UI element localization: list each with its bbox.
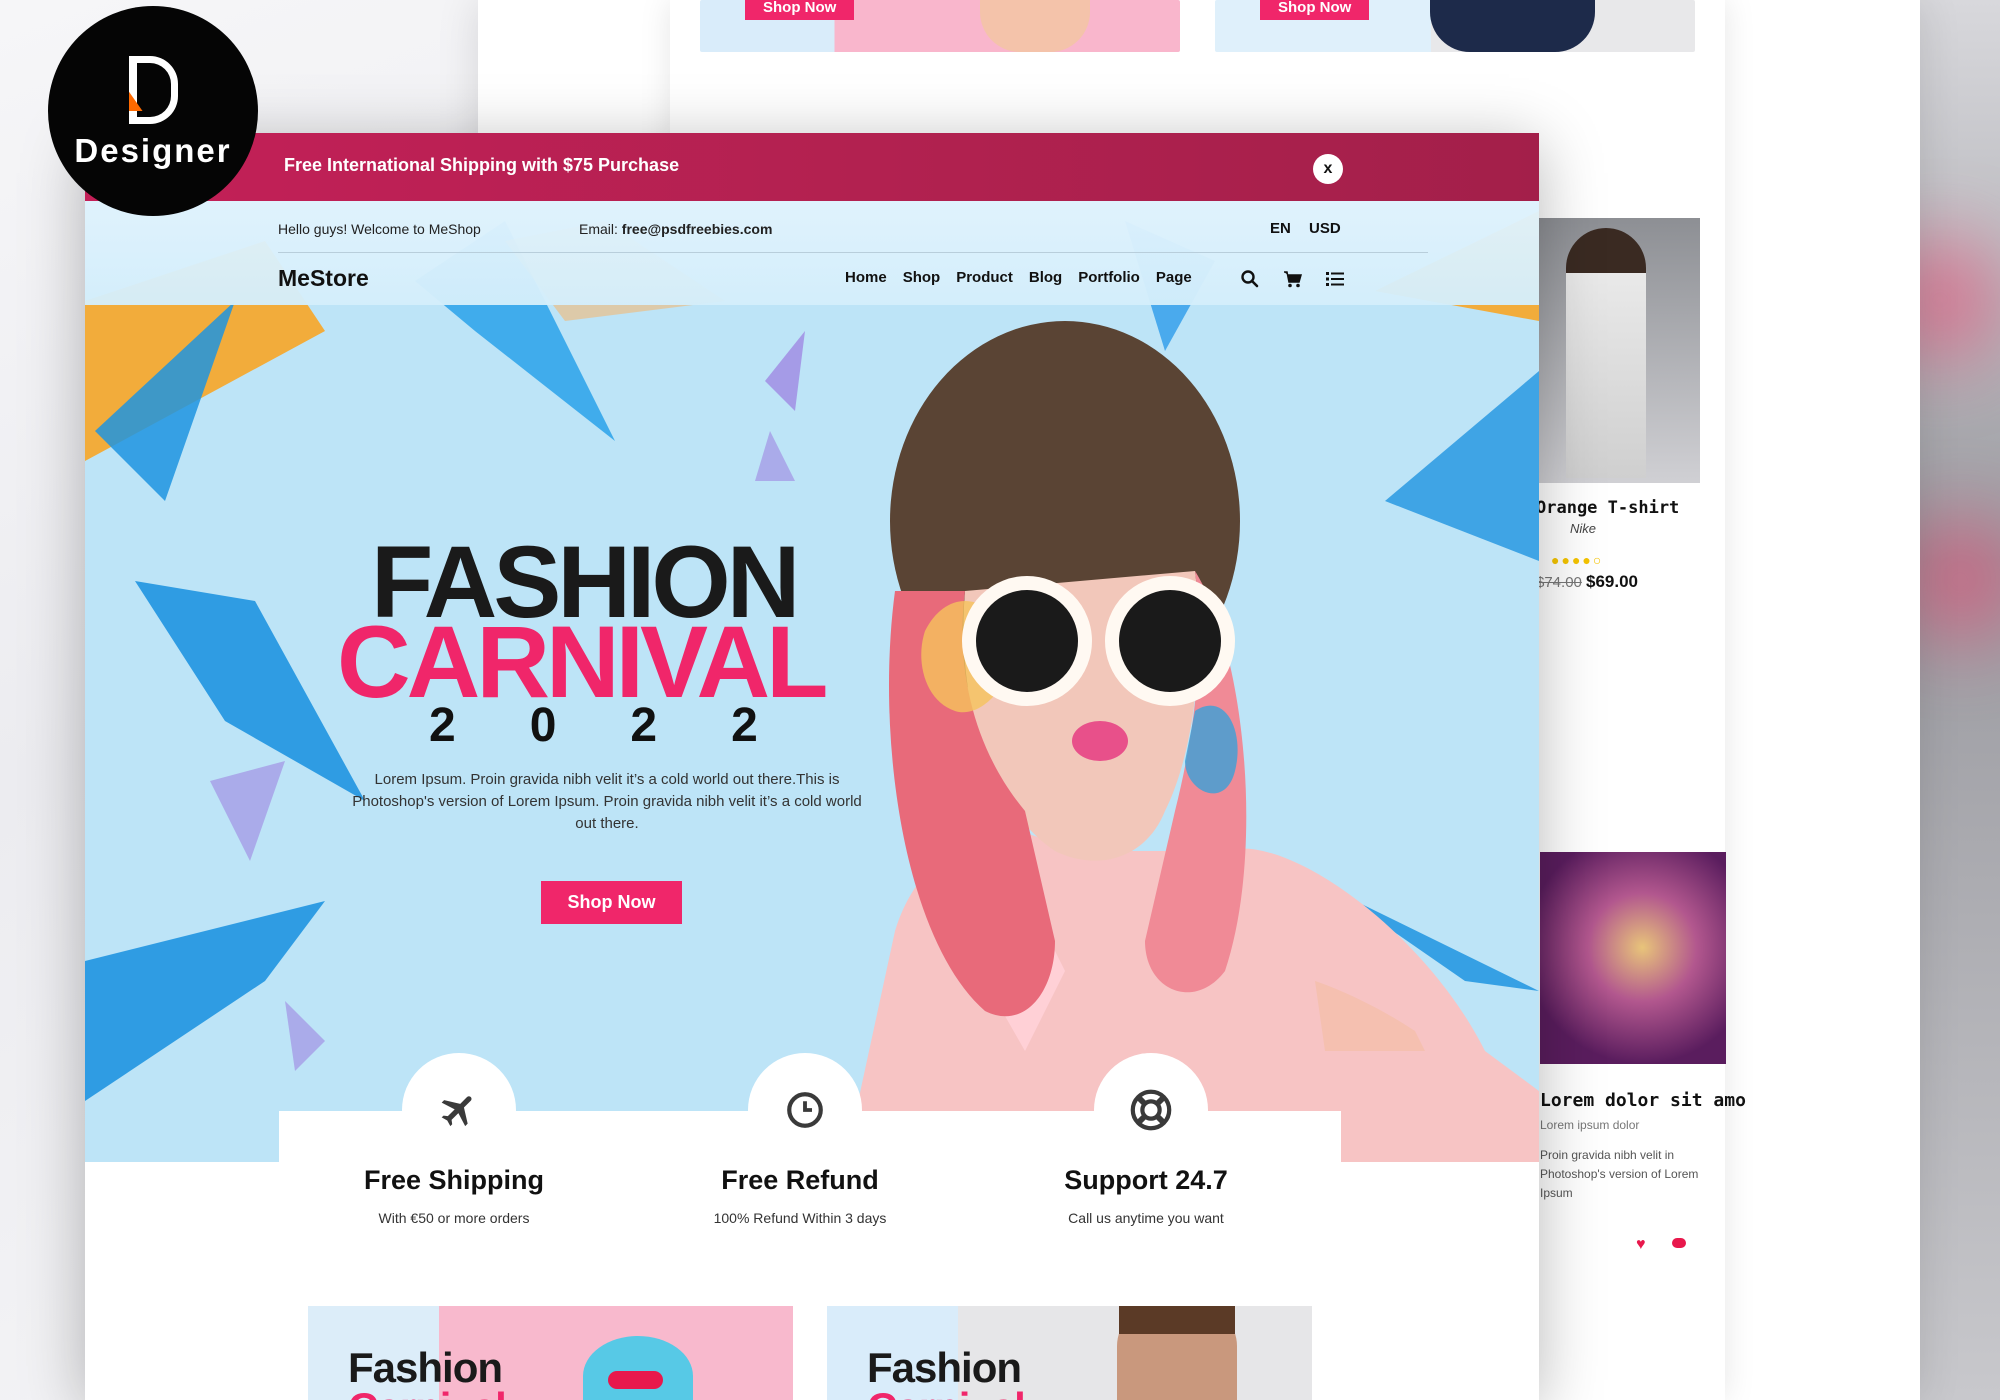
main-nav: Home Shop Product Blog Portfolio Page <box>845 269 1192 286</box>
main-page: Free International Shipping with $75 Pur… <box>85 133 1539 1400</box>
blog-image[interactable] <box>1540 852 1726 1064</box>
star-empty-icon: ○ <box>1592 552 1604 568</box>
promo-card-figure <box>583 1336 693 1400</box>
feature-icon-circle <box>1094 1053 1208 1167</box>
star-icon: ● <box>1561 552 1572 568</box>
mini-promo-banner: Shop Now <box>1215 0 1695 52</box>
hero-year: 2022 <box>429 699 832 752</box>
language-selector[interactable]: EN <box>1270 220 1291 237</box>
feature-subtitle: With €50 or more orders <box>378 1210 530 1226</box>
product-price: $69.00 <box>1586 572 1638 591</box>
nav-product[interactable]: Product <box>956 269 1013 286</box>
product-title[interactable]: Orange T-shirt <box>1536 498 1679 518</box>
clock-icon <box>787 1092 823 1128</box>
promo-bar: Free International Shipping with $75 Pur… <box>85 133 1539 201</box>
background-right <box>1920 0 2000 1400</box>
hero-model-image <box>845 321 1539 1162</box>
product-old-price: $74.00 <box>1536 574 1582 591</box>
blog-meta: Lorem ipsum dolor <box>1540 1118 1640 1132</box>
nav-page[interactable]: Page <box>1156 269 1192 286</box>
features-section: Free Shipping With €50 or more orders Fr… <box>279 1053 1341 1311</box>
product-image[interactable] <box>1536 218 1700 483</box>
mini-shop-button[interactable]: Shop Now <box>1260 0 1370 20</box>
decorative-shard <box>85 901 325 1101</box>
email-info: Email: free@psdfreebies.com <box>579 221 772 237</box>
blog-title[interactable]: Lorem dolor sit amo <box>1540 1090 1746 1111</box>
hero-banner: Hello guys! Welcome to MeShop Email: fre… <box>85 201 1539 1162</box>
feature-icon-circle <box>748 1053 862 1167</box>
blog-excerpt: Proin gravida nibh velit in Photoshop's … <box>1540 1148 1699 1200</box>
email-link[interactable]: free@psdfreebies.com <box>622 221 773 237</box>
feature-subtitle: Call us anytime you want <box>1068 1210 1224 1226</box>
close-button[interactable]: x <box>1313 154 1343 184</box>
promo-card[interactable]: Fashion Carnival <box>308 1306 793 1400</box>
nav-portfolio[interactable]: Portfolio <box>1078 269 1140 286</box>
feature-subtitle: 100% Refund Within 3 days <box>713 1210 887 1226</box>
product-rating: ●●●●○ <box>1551 552 1603 568</box>
promo-card-subtitle: Carnival <box>867 1384 1026 1400</box>
feature-title: Support 24.7 <box>1064 1165 1228 1195</box>
menu-list-icon[interactable] <box>1325 269 1345 289</box>
mini-shop-button[interactable]: Shop Now <box>745 0 855 20</box>
feature-title: Free Shipping <box>363 1165 544 1195</box>
airplane-icon <box>441 1096 472 1127</box>
promo-card-subtitle: Carnival <box>348 1384 507 1400</box>
hero-description: Lorem Ipsum. Proin gravida nibh velit it… <box>352 771 862 832</box>
promo-card-figure <box>1119 1306 1235 1334</box>
decorative-shard <box>135 581 365 801</box>
product-model <box>1566 228 1646 478</box>
star-icon: ● <box>1582 552 1593 568</box>
promo-text: Free International Shipping with $75 Pur… <box>284 155 680 175</box>
hero-title-line2: CARNIVAL <box>337 605 828 719</box>
cart-icon[interactable] <box>1283 269 1303 289</box>
currency-selector[interactable]: USD <box>1309 220 1341 237</box>
promo-card[interactable]: Fashion Carnival <box>827 1306 1312 1400</box>
email-label: Email: <box>579 221 622 237</box>
star-icon: ● <box>1571 552 1583 568</box>
search-icon[interactable] <box>1240 269 1260 289</box>
nav-home[interactable]: Home <box>845 269 887 286</box>
logo-text: Designer <box>74 132 232 169</box>
star-icon: ● <box>1551 552 1562 568</box>
brand-logo[interactable]: MeStore <box>278 265 369 292</box>
lifebuoy-icon <box>1130 1089 1172 1131</box>
d-logo-icon <box>128 56 178 124</box>
nav-blog[interactable]: Blog <box>1029 269 1062 286</box>
promo-card-figure <box>608 1371 663 1389</box>
mini-promo-figure <box>980 0 1090 52</box>
comment-icon[interactable] <box>1672 1238 1686 1248</box>
mini-promo-figure <box>1430 0 1595 52</box>
feature-title: Free Refund <box>721 1165 879 1195</box>
decorative-shard <box>285 1001 325 1071</box>
nav-shop[interactable]: Shop <box>903 269 941 286</box>
welcome-text: Hello guys! Welcome to MeShop <box>278 221 481 237</box>
designer-logo-badge: Designer <box>48 6 258 216</box>
heart-icon[interactable]: ♥ <box>1636 1236 1646 1254</box>
feature-icon-circle <box>402 1053 516 1167</box>
decorative-shard <box>210 761 285 861</box>
mini-promo-banner: Shop Now <box>700 0 1180 52</box>
topbar-divider <box>278 252 1428 253</box>
shop-now-button[interactable]: Shop Now <box>541 881 682 924</box>
product-brand: Nike <box>1570 521 1597 536</box>
